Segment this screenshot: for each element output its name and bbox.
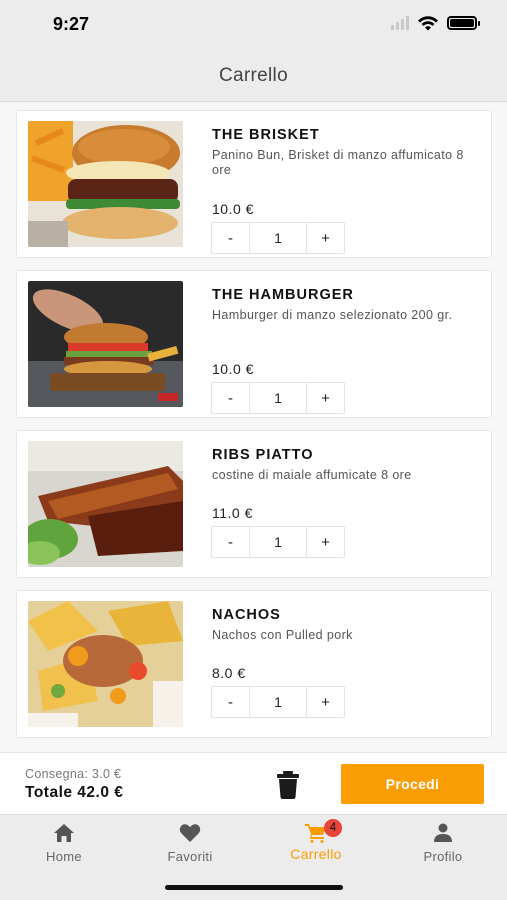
user-icon (434, 823, 452, 842)
quantity-stepper: - 1 + (211, 382, 345, 414)
item-name: THE HAMBURGER (212, 287, 354, 303)
decrement-button[interactable]: - (212, 527, 250, 557)
status-icons (391, 15, 480, 31)
quantity-stepper: - 1 + (211, 526, 345, 558)
quantity-value: 1 (274, 230, 282, 246)
cart-item: NACHOS Nachos con Pulled pork 8.0 € - 1 … (16, 590, 492, 738)
cart-item: RIBS PIATTO costine di maiale affumicate… (16, 430, 492, 578)
signal-icon (391, 16, 409, 30)
quantity-value: 1 (274, 534, 282, 550)
cart-item: THE BRISKET Panino Bun, Brisket di manzo… (16, 110, 492, 258)
home-icon (54, 824, 74, 842)
tab-label: Carrello (290, 846, 342, 862)
tab-label: Profilo (423, 849, 463, 864)
item-description: costine di maiale affumicate 8 ore (212, 468, 412, 482)
item-name: RIBS PIATTO (212, 447, 314, 463)
wifi-icon (418, 16, 438, 31)
decrement-button[interactable]: - (212, 383, 250, 413)
item-image (28, 601, 183, 727)
item-price: 11.0 € (212, 505, 253, 521)
item-name: THE BRISKET (212, 127, 320, 143)
item-price: 10.0 € (212, 201, 254, 217)
tab-favoriti[interactable]: Favoriti (135, 823, 245, 864)
cart-summary: Consegna: 3.0 € Totale 42.0 € Procedi (0, 752, 507, 814)
increment-button[interactable]: + (306, 687, 344, 717)
trash-icon[interactable] (276, 771, 300, 799)
status-bar: 9:27 (0, 0, 507, 50)
status-time: 9:27 (53, 14, 90, 34)
proceed-button[interactable]: Procedi (341, 764, 484, 804)
increment-button[interactable]: + (306, 223, 344, 253)
item-name: NACHOS (212, 607, 281, 623)
item-description: Panino Bun, Brisket di manzo affumicato … (212, 148, 464, 177)
tab-carrello[interactable]: 4 Carrello (261, 819, 371, 862)
cart-list[interactable]: THE BRISKET Panino Bun, Brisket di manzo… (0, 103, 507, 751)
tab-home[interactable]: Home (9, 823, 119, 864)
item-description: Nachos con Pulled pork (212, 628, 353, 642)
item-price: 8.0 € (212, 665, 246, 681)
decrement-button[interactable]: - (212, 687, 250, 717)
item-image (28, 441, 183, 567)
battery-icon (447, 16, 480, 30)
heart-icon (179, 824, 201, 842)
tab-label: Home (46, 849, 82, 864)
tab-label: Favoriti (167, 849, 213, 864)
home-indicator (165, 885, 343, 890)
quantity-value: 1 (274, 390, 282, 406)
delivery-cost: Consegna: 3.0 € (25, 767, 122, 781)
increment-button[interactable]: + (306, 383, 344, 413)
page-title: Carrello (219, 64, 288, 86)
item-image (28, 281, 183, 407)
quantity-stepper: - 1 + (211, 222, 345, 254)
cart-total: Totale 42.0 € (25, 784, 124, 801)
item-price: 10.0 € (212, 361, 254, 377)
tab-profilo[interactable]: Profilo (388, 823, 498, 864)
quantity-stepper: - 1 + (211, 686, 345, 718)
item-description: Hamburger di manzo selezionato 200 gr. (212, 308, 453, 322)
quantity-value: 1 (274, 694, 282, 710)
tab-bar: Home Favoriti 4 Carrello Profilo (0, 814, 507, 900)
cart-badge: 4 (324, 819, 342, 837)
decrement-button[interactable]: - (212, 223, 250, 253)
cart-item: THE HAMBURGER Hamburger di manzo selezio… (16, 270, 492, 418)
item-image (28, 121, 183, 247)
increment-button[interactable]: + (306, 527, 344, 557)
nav-header: Carrello (0, 50, 507, 102)
